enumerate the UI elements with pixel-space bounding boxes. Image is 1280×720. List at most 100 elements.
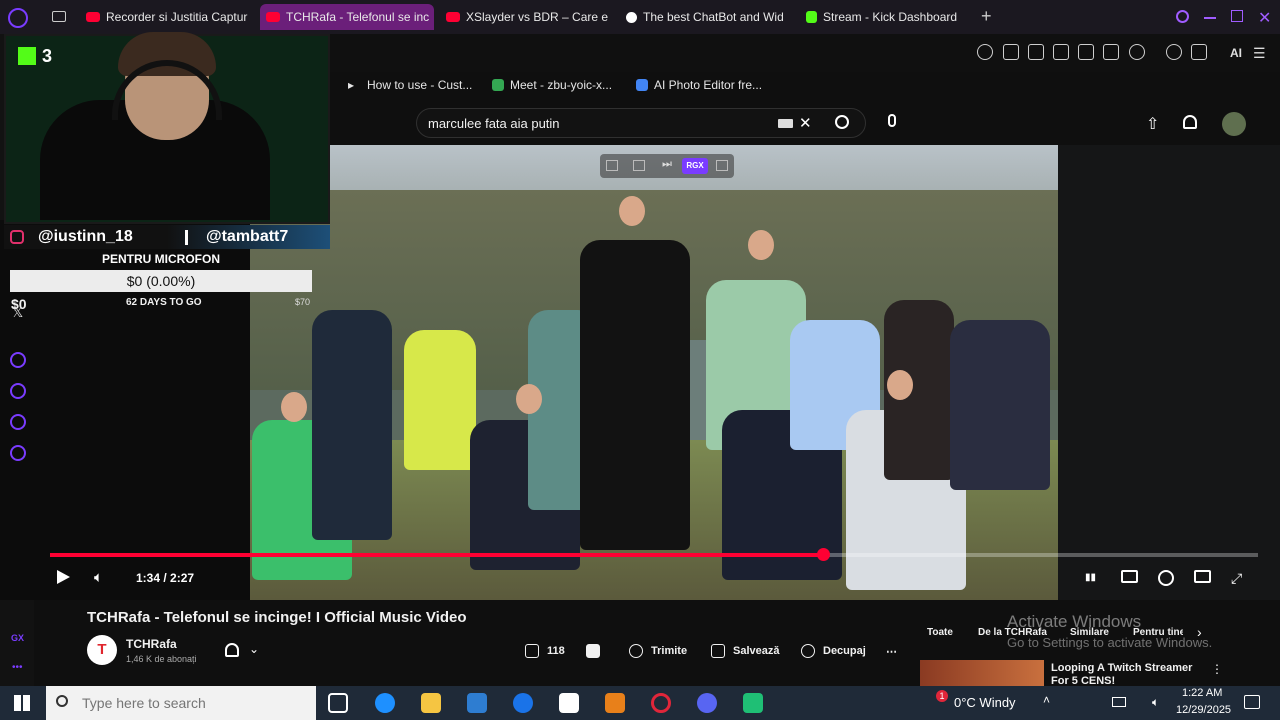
sidebar-player-icon[interactable] xyxy=(10,352,26,368)
store-icon[interactable] xyxy=(467,693,487,713)
screenshot-icon[interactable] xyxy=(1028,44,1044,60)
search-icon[interactable] xyxy=(1176,10,1189,23)
subscription-bell-icon[interactable] xyxy=(225,643,239,657)
tab-kick-dashboard[interactable]: Stream - Kick Dashboard xyxy=(800,4,970,30)
subtitles-icon[interactable] xyxy=(1121,570,1138,583)
close-window-button[interactable]: ✕ xyxy=(1258,8,1271,28)
opera-gx-logo-icon[interactable] xyxy=(8,8,28,28)
progress-scrubber[interactable] xyxy=(817,548,830,561)
mail-icon[interactable] xyxy=(513,693,533,713)
dislike-button[interactable] xyxy=(586,642,608,660)
play-icon[interactable] xyxy=(1103,44,1119,60)
popout-icon[interactable] xyxy=(606,160,618,171)
chip-all[interactable]: Toate xyxy=(927,627,953,643)
tab-label: The best ChatBot and Wid xyxy=(643,10,784,24)
bookmark-item[interactable]: AI Photo Editor fre... xyxy=(636,78,762,92)
pin-icon[interactable] xyxy=(1003,44,1019,60)
new-tab-button[interactable]: + xyxy=(981,6,992,27)
like-button[interactable]: 118 xyxy=(525,642,565,660)
miniplayer-icon[interactable] xyxy=(1194,570,1211,583)
chevron-down-icon[interactable]: ⌄ xyxy=(249,642,259,656)
clip-label: Decupaj xyxy=(823,645,866,657)
network-icon[interactable] xyxy=(1112,697,1126,707)
sidebar-settings-icon[interactable] xyxy=(10,445,26,461)
more-label: ⋯ xyxy=(886,645,897,658)
more-actions-button[interactable]: ⋯ xyxy=(886,642,897,660)
settings-gear-icon[interactable] xyxy=(1158,570,1174,586)
video-person xyxy=(404,330,476,470)
play-button[interactable] xyxy=(57,570,70,584)
menu-icon[interactable]: ☰ xyxy=(1253,45,1266,62)
pip-icon[interactable] xyxy=(716,160,728,171)
fl-studio-icon[interactable] xyxy=(605,693,625,713)
file-explorer-icon[interactable] xyxy=(421,693,441,713)
volume-icon[interactable]: 🔈︎ xyxy=(94,569,103,586)
keyboard-icon[interactable] xyxy=(778,119,793,128)
clock-date[interactable]: 12/29/2025 xyxy=(1176,704,1231,716)
zoom-out-icon[interactable] xyxy=(977,44,993,60)
notification-center-icon[interactable] xyxy=(1244,695,1260,709)
snap-icon[interactable] xyxy=(633,160,645,171)
recommended-thumbnail[interactable] xyxy=(920,660,1044,686)
recommended-menu-icon[interactable]: ⋮ xyxy=(1211,662,1223,676)
tray-chevron-icon[interactable]: ˄ xyxy=(1043,693,1050,707)
edge-icon[interactable] xyxy=(375,693,395,713)
search-icon xyxy=(56,695,68,707)
video-person xyxy=(950,320,1050,490)
upload-icon[interactable]: ⇧ xyxy=(1146,114,1159,134)
sidebar-extensions-icon[interactable] xyxy=(10,414,26,430)
gx-label[interactable]: GX xyxy=(11,633,24,643)
tab-xslayder[interactable]: XSlayder vs BDR – Care e xyxy=(440,4,610,30)
subscriber-count: 1,46 K de abonați xyxy=(126,654,197,664)
microphone-icon[interactable] xyxy=(888,114,896,127)
capcut-icon[interactable] xyxy=(559,693,579,713)
save-button[interactable]: Salvează xyxy=(711,642,779,660)
taskbar-search-input[interactable] xyxy=(82,695,302,711)
channel-name[interactable]: TCHRafa xyxy=(126,637,177,651)
bookmark-item[interactable]: Meet - zbu-yoic-x... xyxy=(492,78,612,92)
share-button[interactable]: Trimite xyxy=(629,642,687,660)
profile-icon[interactable] xyxy=(1166,44,1182,60)
search-input[interactable] xyxy=(428,116,758,131)
task-view-icon[interactable] xyxy=(328,693,348,713)
ai-button[interactable]: AI xyxy=(1230,46,1242,60)
clip-button[interactable]: Decupaj xyxy=(801,642,866,660)
download-icon[interactable] xyxy=(1191,44,1207,60)
donation-goal-amount: $70 xyxy=(295,297,311,307)
clear-search-icon[interactable]: ✕ xyxy=(799,114,812,132)
windows-start-icon[interactable] xyxy=(14,695,30,711)
meet-icon xyxy=(492,79,504,91)
instagram-handle: @iustinn_18 xyxy=(10,226,133,248)
volume-tray-icon[interactable]: 🔈︎ xyxy=(1152,695,1159,710)
tab-tchrafa[interactable]: TCHRafa - Telefonul se inc xyxy=(260,4,434,30)
weather-widget[interactable]: 0°C Windy xyxy=(954,695,1016,710)
recommended-title[interactable]: Looping A Twitch Streamer For 5 CENS! xyxy=(1051,662,1201,686)
minimize-button[interactable] xyxy=(1204,17,1216,19)
channel-avatar[interactable]: T xyxy=(87,635,117,665)
streamlabs-icon[interactable] xyxy=(743,693,763,713)
rgx-button[interactable]: RGX xyxy=(682,158,708,174)
fullscreen-icon[interactable]: ⤢ xyxy=(1231,570,1249,586)
donation-days-left: 62 DAYS TO GO xyxy=(126,297,202,308)
tab-overview-icon[interactable] xyxy=(52,11,66,22)
tab-chatbot[interactable]: The best ChatBot and Wid xyxy=(620,4,792,30)
shield-icon[interactable] xyxy=(1053,44,1069,60)
heart-icon[interactable] xyxy=(1129,44,1145,60)
opera-gx-taskbar-icon[interactable] xyxy=(651,693,671,713)
tab-recorder[interactable]: Recorder si Justitia Captur xyxy=(80,4,250,30)
skip-icon[interactable]: ⏭ xyxy=(662,158,672,171)
notifications-bell-icon[interactable] xyxy=(1183,115,1197,129)
search-button[interactable] xyxy=(826,108,866,138)
clock-time[interactable]: 1:22 AM xyxy=(1182,687,1222,699)
video-person-head xyxy=(748,230,774,260)
discord-icon[interactable] xyxy=(697,693,717,713)
user-avatar[interactable] xyxy=(1222,112,1246,136)
bookmark-item[interactable]: How to use - Cust... xyxy=(367,78,472,92)
sidebar-history-icon[interactable] xyxy=(10,383,26,399)
twitter-icon[interactable]: 𝕏 xyxy=(12,304,23,321)
translate-icon[interactable] xyxy=(1078,44,1094,60)
sidebar-more-icon[interactable]: ••• xyxy=(12,662,23,673)
maximize-button[interactable] xyxy=(1231,10,1243,22)
bookmarks-arrow-icon[interactable]: ▸ xyxy=(348,78,354,92)
pause-indicator-icon[interactable]: ▮▮ xyxy=(1085,570,1103,586)
